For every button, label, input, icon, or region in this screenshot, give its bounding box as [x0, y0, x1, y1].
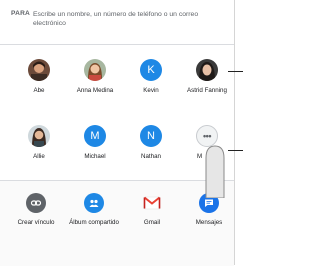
gmail-icon: [142, 193, 162, 213]
app-label: Mensajes: [195, 219, 223, 226]
app-shared-album[interactable]: Álbum compartido: [65, 193, 123, 263]
more-icon: •••: [196, 125, 218, 147]
letter-avatar: N: [140, 125, 162, 147]
contact-name: Kevin: [143, 87, 159, 94]
callout-line: [228, 150, 243, 151]
messages-icon: [199, 193, 219, 213]
person-photo-icon: [28, 59, 50, 81]
app-label: Álbum compartido: [69, 219, 119, 226]
contact-name: Nathan: [141, 153, 161, 160]
app-create-link[interactable]: Crear vínculo: [7, 193, 65, 263]
contact-name: Allie: [33, 153, 45, 160]
contact-nathan[interactable]: N Nathan: [123, 125, 179, 177]
person-photo-icon: [84, 59, 106, 81]
person-photo-icon: [196, 59, 218, 81]
callout-line: [228, 71, 243, 72]
contact-name: Michael: [84, 153, 106, 160]
app-label: Gmail: [143, 219, 161, 226]
contact-allie[interactable]: Allie: [11, 125, 67, 177]
contact-astrid-fanning[interactable]: Astrid Fanning: [179, 59, 235, 111]
contact-name: M: [197, 153, 203, 160]
letter-avatar: M: [84, 125, 106, 147]
suggested-contacts: Abe Anna Medina K Kevin Astrid Fanning A…: [0, 45, 234, 175]
app-messages[interactable]: Mensajes: [180, 193, 238, 263]
contact-name: Abe: [33, 87, 45, 94]
contact-kevin[interactable]: K Kevin: [123, 59, 179, 111]
letter-avatar: K: [140, 59, 162, 81]
contact-abe[interactable]: Abe: [11, 59, 67, 111]
app-label: Crear vínculo: [17, 219, 55, 226]
person-photo-icon: [28, 125, 50, 147]
link-icon: [26, 193, 46, 213]
contact-michael[interactable]: M Michael: [67, 125, 123, 177]
more-contacts-button[interactable]: ••• M: [179, 125, 235, 177]
contact-anna-medina[interactable]: Anna Medina: [67, 59, 123, 111]
contact-name: Anna Medina: [76, 87, 114, 94]
contact-name: Astrid Fanning: [187, 87, 227, 94]
app-gmail[interactable]: Gmail: [123, 193, 181, 263]
share-apps-row: Crear vínculo Álbum compartido Gmail Men…: [0, 180, 234, 266]
recipient-field[interactable]: PARA Escribe un nombre, un número de tel…: [0, 0, 234, 45]
to-label: PARA: [11, 10, 30, 17]
share-sheet: PARA Escribe un nombre, un número de tel…: [0, 0, 235, 266]
recipient-input-placeholder[interactable]: Escribe un nombre, un número de teléfono…: [33, 10, 228, 30]
shared-album-icon: [84, 193, 104, 213]
